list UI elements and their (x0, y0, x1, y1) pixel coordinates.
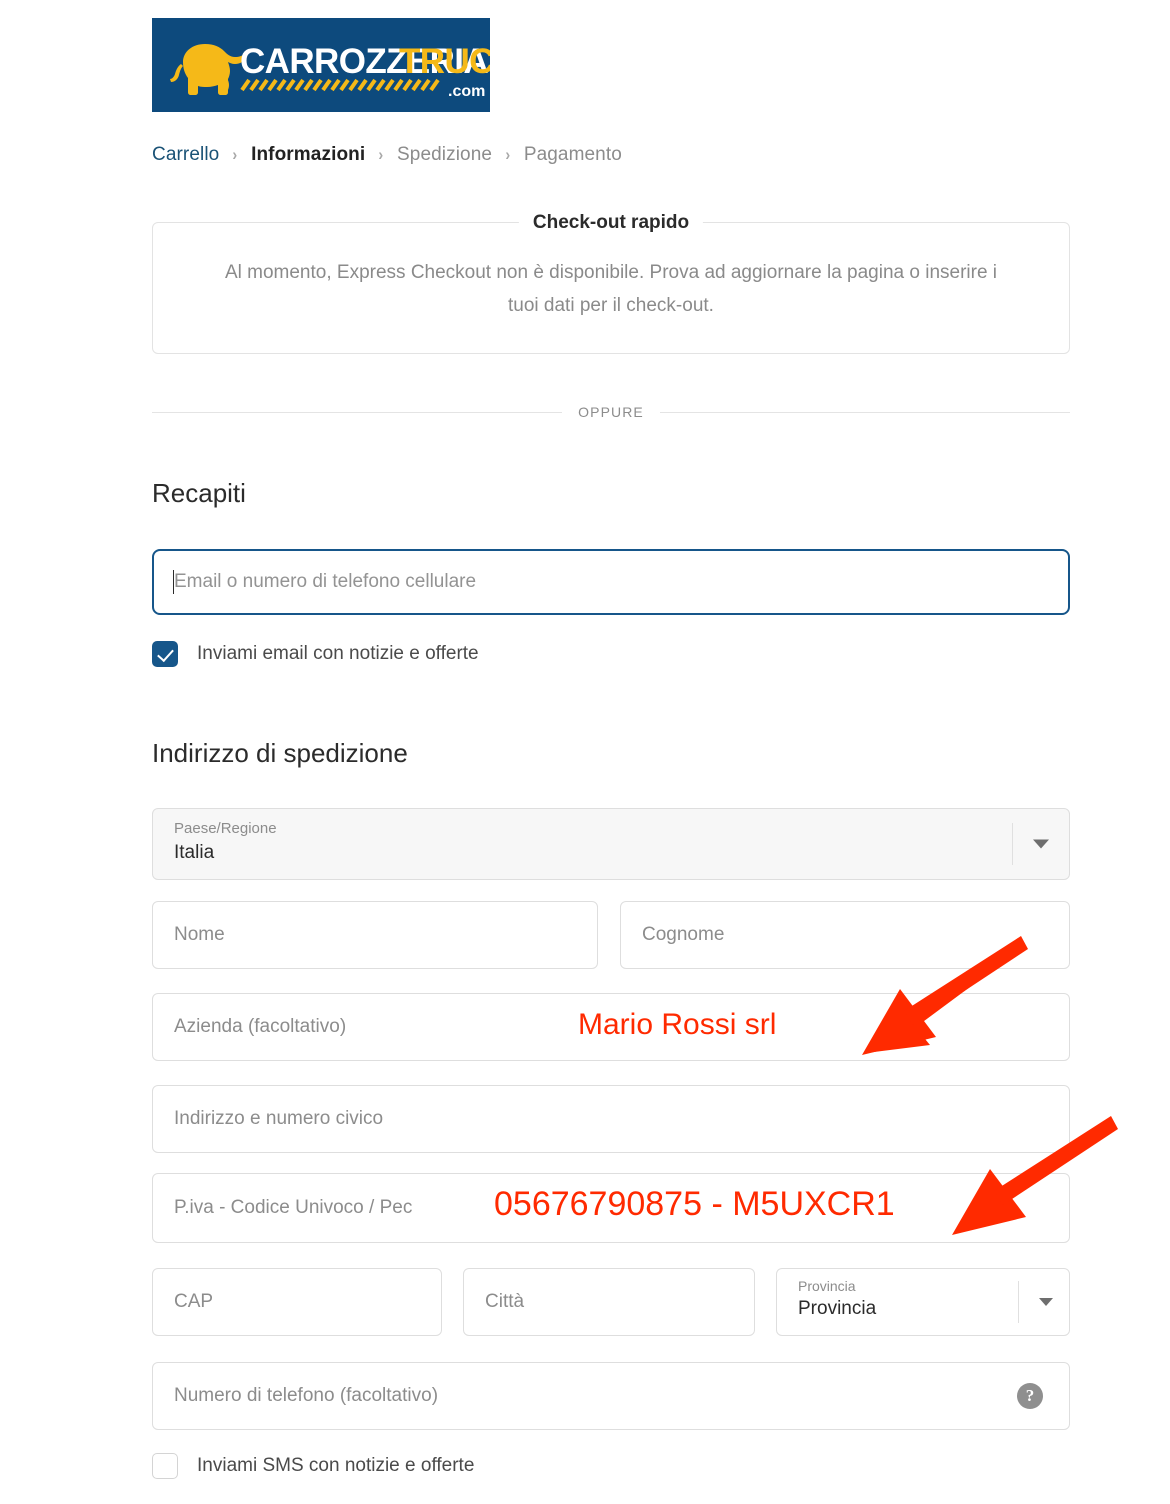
first-name-placeholder: Nome (174, 924, 225, 945)
newsletter-checkbox-row[interactable]: Inviami email con notizie e offerte (152, 641, 479, 667)
annotation-arrow-vat (952, 1116, 1118, 1235)
help-icon[interactable]: ? (1017, 1383, 1043, 1409)
breadcrumb-item-pagamento: Pagamento (523, 144, 622, 165)
zip-input[interactable]: CAP (152, 1268, 442, 1336)
breadcrumb-item-carrello[interactable]: Carrello (152, 144, 219, 166)
country-select-value: Italia (174, 842, 215, 863)
chevron-right-icon: › (378, 145, 384, 164)
province-select-label: Provincia (798, 1278, 856, 1294)
annotation-company-example: Mario Rossi srl (578, 1008, 777, 1041)
divider-label: OPPURE (578, 404, 644, 420)
newsletter-checkbox[interactable] (152, 641, 178, 667)
company-placeholder: Azienda (facoltativo) (174, 1016, 347, 1037)
newsletter-checkbox-label: Inviami email con notizie e offerte (197, 643, 479, 664)
logo-artwork: CARROZZERIA TRUCK .com (152, 18, 490, 112)
divider-rule-left (152, 411, 563, 413)
email-input-placeholder: Email o numero di telefono cellulare (174, 571, 477, 592)
sms-checkbox[interactable] (152, 1453, 178, 1479)
last-name-placeholder: Cognome (642, 924, 725, 945)
chevron-right-icon: › (505, 145, 511, 164)
phone-placeholder: Numero di telefono (facoltativo) (174, 1385, 439, 1406)
first-name-input[interactable]: Nome (152, 901, 598, 969)
chevron-down-icon[interactable] (1039, 1298, 1053, 1306)
express-checkout-message: Al momento, Express Checkout non è dispo… (224, 262, 998, 316)
chevron-right-icon: › (232, 145, 238, 164)
section-title-recapiti: Recapiti (152, 478, 246, 508)
country-select-label: Paese/Regione (174, 820, 277, 837)
select-divider (1012, 823, 1013, 865)
breadcrumb-item-informazioni[interactable]: Informazioni (251, 144, 365, 166)
select-divider (1018, 1281, 1019, 1323)
country-select[interactable]: Paese/Regione Italia (152, 808, 1070, 880)
divider-rule-right (659, 411, 1071, 413)
address-input[interactable]: Indirizzo e numero civico (152, 1085, 1070, 1153)
sms-checkbox-label: Inviami SMS con notizie e offerte (197, 1455, 475, 1476)
phone-input[interactable]: Numero di telefono (facoltativo) (152, 1362, 1070, 1430)
email-input[interactable]: Email o numero di telefono cellulare (152, 549, 1070, 615)
logo-word-truck: TRUCK (399, 42, 490, 81)
express-checkout-panel: Check-out rapido Al momento, Express Che… (152, 212, 1070, 354)
province-select[interactable]: Provincia Provincia (776, 1268, 1070, 1336)
province-select-value: Provincia (798, 1298, 877, 1319)
chevron-down-icon[interactable] (1033, 839, 1049, 849)
sms-checkbox-row[interactable]: Inviami SMS con notizie e offerte (152, 1453, 474, 1479)
annotation-vat-example: 05676790875 - M5UXCR1 (494, 1185, 895, 1223)
city-placeholder: Città (485, 1291, 525, 1312)
annotation-arrow-company (862, 936, 1028, 1055)
address-placeholder: Indirizzo e numero civico (174, 1108, 384, 1129)
express-checkout-legend: Check-out rapido (518, 212, 704, 234)
zip-placeholder: CAP (174, 1291, 214, 1312)
breadcrumb-item-spedizione: Spedizione (397, 144, 493, 165)
logo-word-tld: .com (448, 83, 485, 100)
or-divider: OPPURE (152, 404, 1071, 420)
vat-placeholder: P.iva - Codice Univoco / Pec (174, 1197, 413, 1218)
site-logo[interactable]: CARROZZERIA TRUCK .com (152, 18, 490, 112)
city-input[interactable]: Città (463, 1268, 755, 1336)
breadcrumb: Carrello › Informazioni › Spedizione › P… (152, 144, 622, 166)
section-title-spedizione: Indirizzo di spedizione (152, 738, 408, 768)
